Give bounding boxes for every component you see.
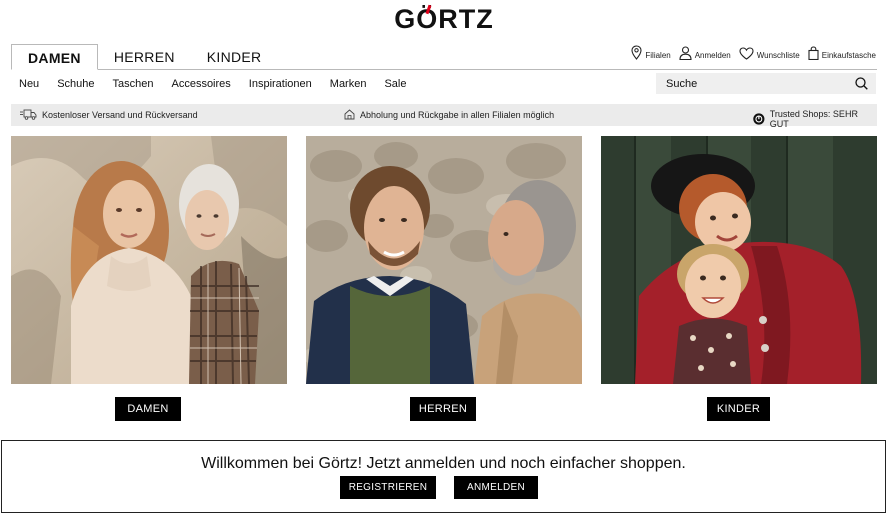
herren-button[interactable]: HERREN (410, 397, 476, 421)
cart-label: Einkaufstasche (821, 51, 876, 60)
wishlist-link[interactable]: Wunschliste (739, 47, 800, 60)
search-box (656, 73, 876, 94)
house-icon (344, 109, 355, 120)
trusted-shops-badge[interactable]: Trusted Shops: SEHR GUT (753, 109, 877, 129)
logo-accent-mark (425, 4, 432, 15)
register-button[interactable]: REGISTRIEREN (340, 476, 436, 499)
welcome-text: Willkommen bei Görtz! Jetzt anmelden und… (201, 455, 686, 472)
shopping-bag-icon (808, 46, 819, 60)
stores-label: Filialen (645, 51, 671, 60)
usp-bar: Kostenloser Versand und Rückversand Abho… (11, 104, 877, 129)
tab-damen[interactable]: DAMEN (11, 44, 98, 70)
usp-shipping: Kostenloser Versand und Rückversand (20, 109, 198, 120)
category-nav: Neu Schuhe Taschen Accessoires Inspirati… (19, 78, 425, 90)
service-nav: Filialen Anmelden Wunschliste Einkaufsta… (631, 45, 876, 60)
heart-icon (739, 47, 754, 60)
wishlist-label: Wunschliste (756, 51, 800, 60)
category-sale[interactable]: Sale (384, 78, 406, 90)
tab-kinder[interactable]: KINDER (191, 44, 278, 70)
logo-text: GÖ RTZ (394, 4, 494, 34)
tile-kinder-image[interactable] (601, 136, 877, 384)
category-taschen[interactable]: Taschen (113, 78, 154, 90)
brand-logo[interactable]: GÖ RTZ (0, 4, 888, 35)
damen-button[interactable]: DAMEN (115, 397, 181, 421)
delivery-truck-icon (20, 109, 37, 120)
search-icon[interactable] (855, 77, 868, 90)
tile-damen-image[interactable] (11, 136, 287, 384)
login-link[interactable]: Anmelden (679, 46, 731, 60)
usp-shipping-text: Kostenloser Versand und Rückversand (42, 109, 198, 120)
usp-pickup-text: Abholung und Rückgabe in allen Filialen … (360, 109, 555, 120)
category-accessoires[interactable]: Accessoires (171, 78, 230, 90)
user-icon (679, 46, 692, 60)
category-neu[interactable]: Neu (19, 78, 39, 90)
trusted-shops-icon (753, 113, 765, 125)
trusted-shops-text: Trusted Shops: SEHR GUT (769, 109, 858, 129)
logo-accent-letter: Ö (416, 4, 439, 34)
stores-link[interactable]: Filialen (631, 45, 671, 60)
welcome-banner: Willkommen bei Görtz! Jetzt anmelden und… (1, 440, 886, 513)
kinder-button[interactable]: KINDER (707, 397, 770, 421)
tab-herren[interactable]: HERREN (98, 44, 191, 70)
login-label: Anmelden (694, 51, 731, 60)
tab-divider (11, 69, 877, 70)
tile-herren-image[interactable] (306, 136, 582, 384)
search-input[interactable] (666, 77, 855, 90)
usp-pickup: Abholung und Rückgabe in allen Filialen … (344, 109, 554, 120)
gender-tabs: DAMEN HERREN KINDER (11, 44, 277, 70)
cart-link[interactable]: Einkaufstasche (808, 46, 876, 60)
category-schuhe[interactable]: Schuhe (57, 78, 94, 90)
login-button[interactable]: ANMELDEN (454, 476, 538, 499)
category-marken[interactable]: Marken (330, 78, 367, 90)
category-inspirationen[interactable]: Inspirationen (249, 78, 312, 90)
location-pin-icon (631, 45, 642, 60)
